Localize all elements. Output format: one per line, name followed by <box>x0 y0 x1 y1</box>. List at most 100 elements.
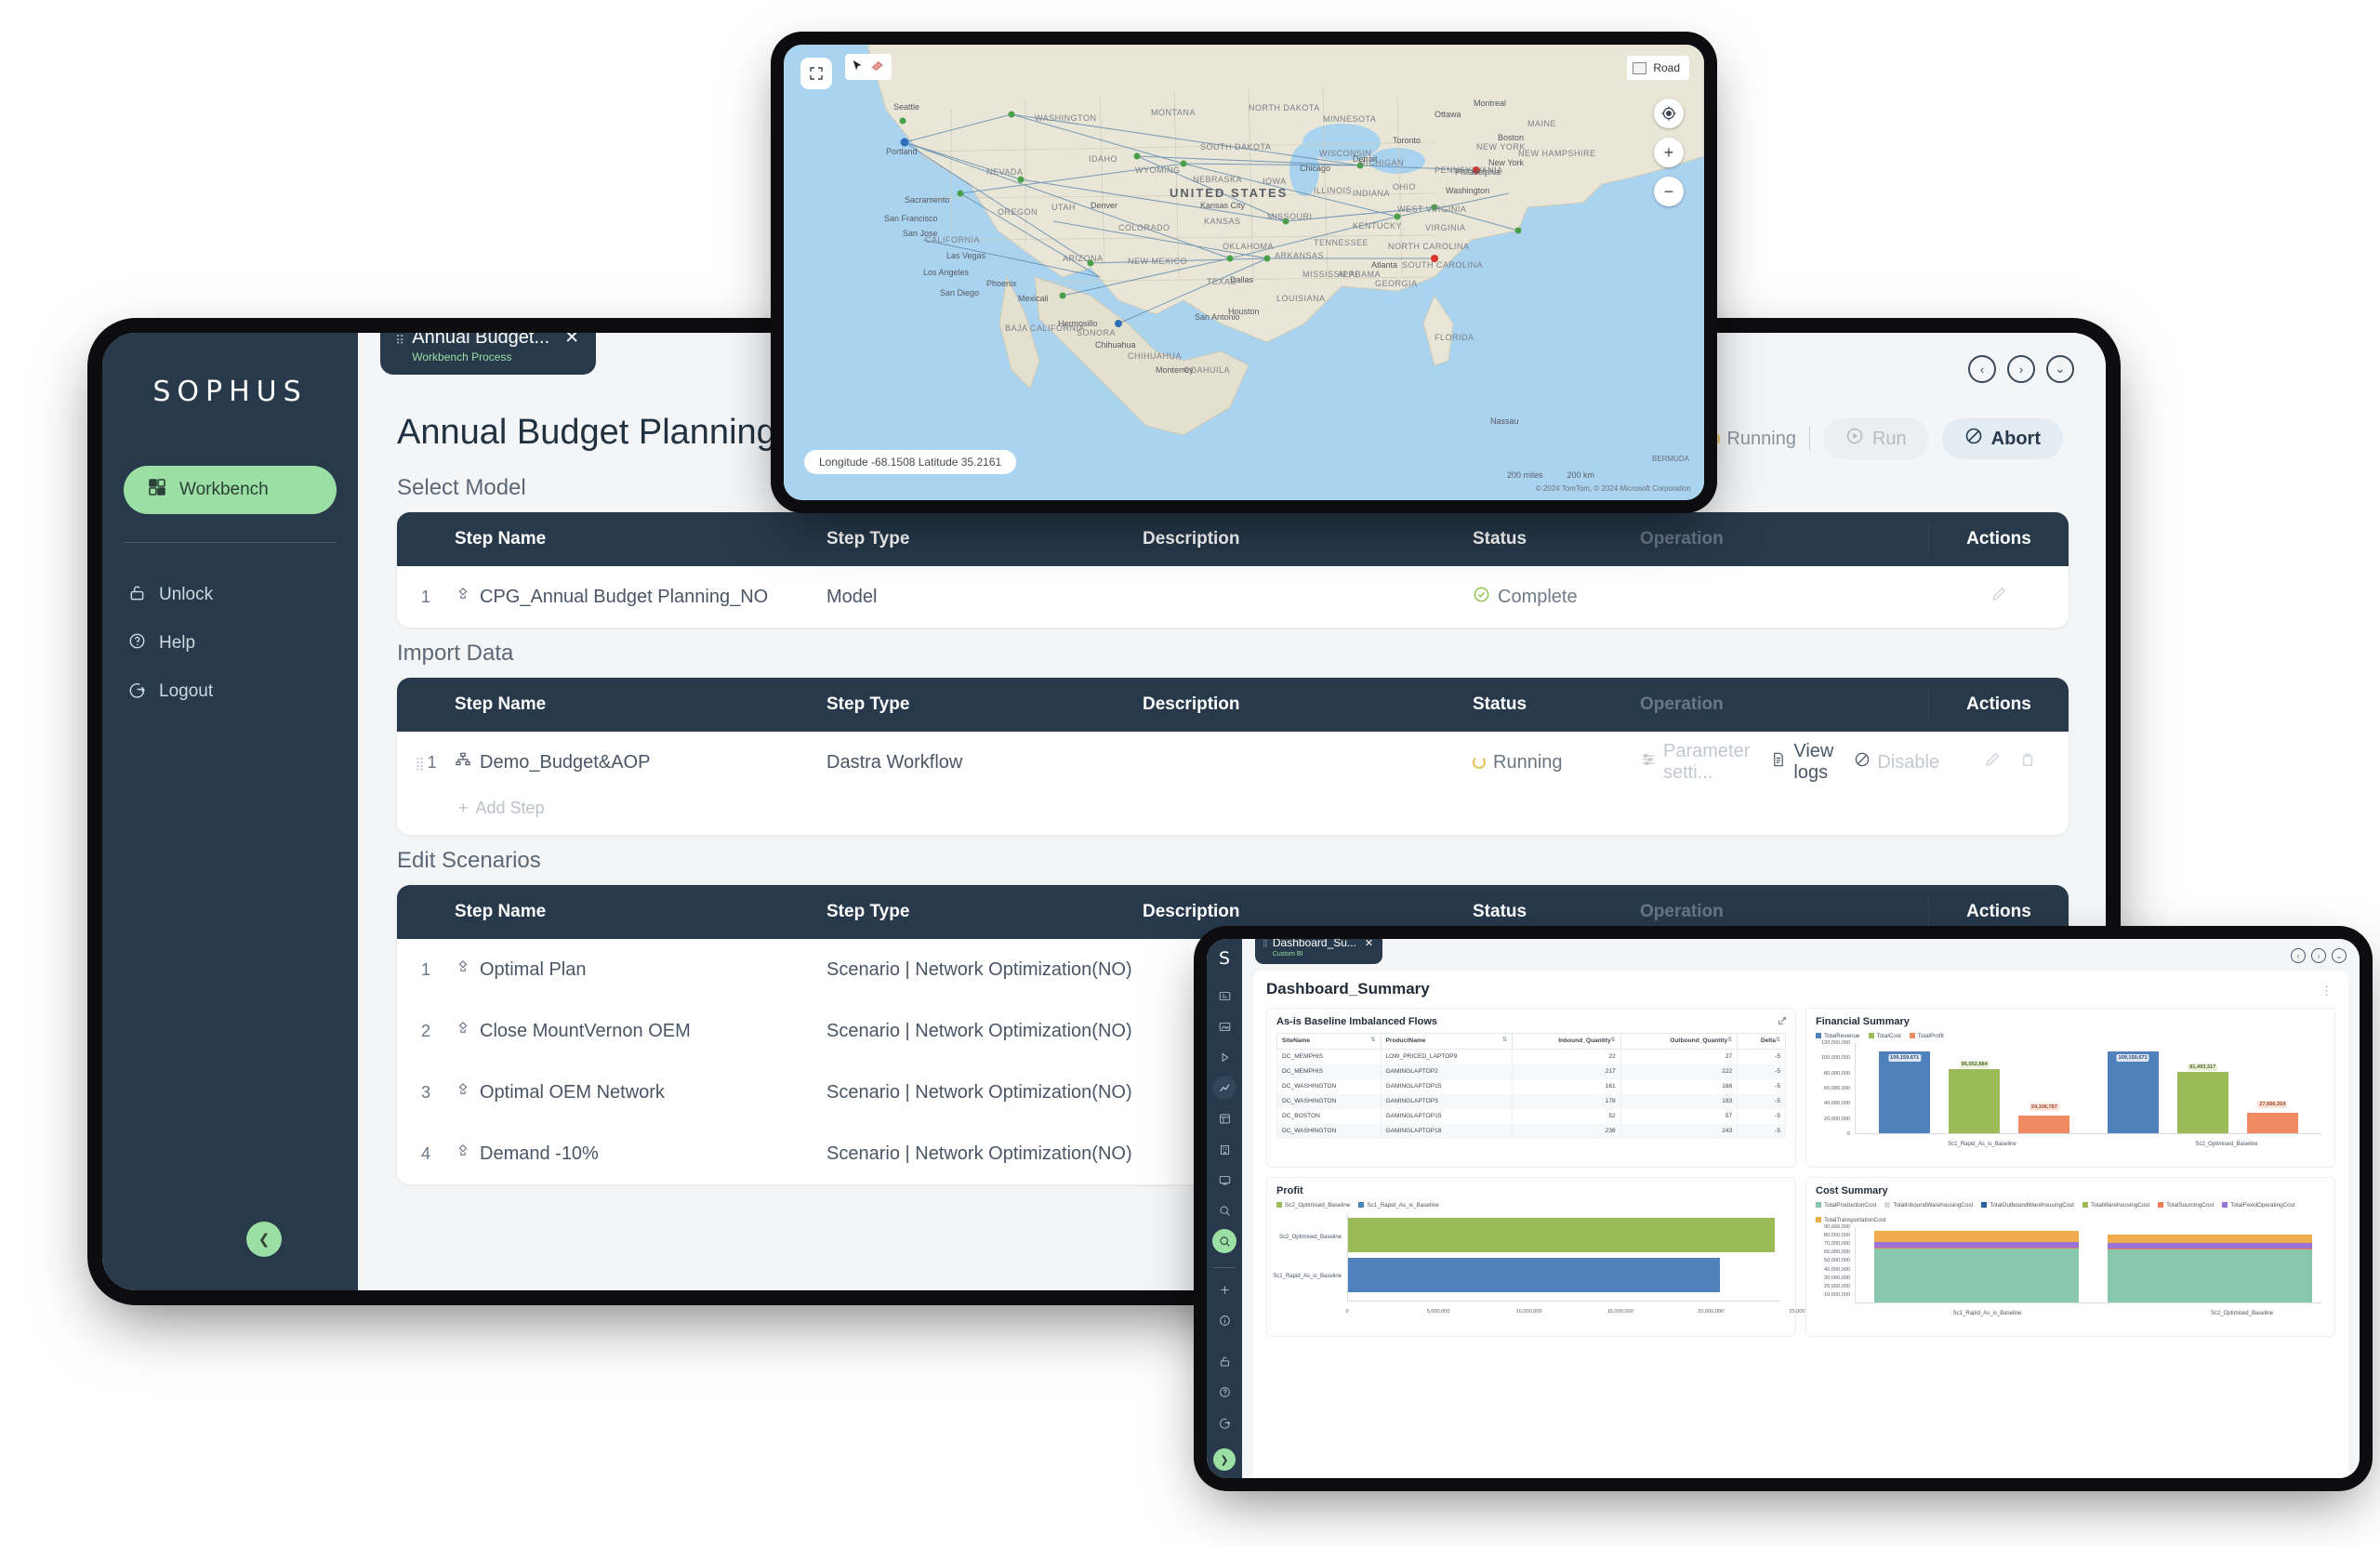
zoom-out-button[interactable]: − <box>1654 177 1684 206</box>
analytics-active-icon[interactable] <box>1212 1229 1236 1253</box>
monitor-icon[interactable] <box>1212 1168 1236 1192</box>
sidebar-item-logout[interactable]: Logout <box>102 667 358 716</box>
analytics-icon[interactable] <box>1212 1198 1236 1222</box>
parameter-settings-button[interactable]: Parameter setti... <box>1640 741 1750 784</box>
table-row[interactable]: DC_MEMPHIS GAMINGLAPTOP2 217 222 -5 <box>1277 1064 1786 1079</box>
col-actions: Actions <box>1929 902 2069 922</box>
close-icon[interactable]: ✕ <box>1365 939 1373 949</box>
building-icon[interactable] <box>1212 1137 1236 1161</box>
stack-fixed-sc1 <box>1874 1242 2079 1248</box>
kebab-menu-icon[interactable]: ⋮ <box>2320 984 2334 998</box>
col-outbound[interactable]: Outbound_Quantity⇅ <box>1620 1034 1738 1050</box>
chevron-right-icon[interactable]: ❯ <box>1213 1448 1236 1471</box>
col-step-type: Step Type <box>826 529 1143 549</box>
map-state-label: CHIHUAHUA <box>1128 351 1182 361</box>
col-delta[interactable]: Delta⇅ <box>1738 1034 1786 1050</box>
table-icon[interactable] <box>1212 1106 1236 1130</box>
sidebar-item-help[interactable]: Help <box>102 619 358 667</box>
sidebar-item-unlock[interactable]: Unlock <box>102 571 358 619</box>
table-row[interactable]: ⣿ 1 Demo_Budget&AOP Dastra Workflow <box>397 732 2069 793</box>
row-actions[interactable] <box>1940 750 2069 774</box>
nav-more-button[interactable]: ⌄ <box>2046 355 2074 383</box>
image-icon[interactable] <box>1212 1014 1236 1038</box>
nav-back-button[interactable]: ‹ <box>2291 948 2306 963</box>
map-state-label: NEVADA <box>986 167 1023 177</box>
expand-icon[interactable] <box>1778 1016 1787 1028</box>
drag-handle-icon[interactable]: ⣿ <box>395 333 403 343</box>
map-state-label: MINNESOTA <box>1323 114 1376 124</box>
scale-miles: 200 miles <box>1507 470 1543 480</box>
add-step-button[interactable]: + Add Step <box>397 793 2069 835</box>
scenario-icon <box>455 1143 471 1165</box>
panel-grid: As-is Baseline Imbalanced Flows SiteName… <box>1266 1008 2335 1337</box>
map-city-label: Sacramento <box>905 195 950 205</box>
table-row[interactable]: DC_WASHINGTON GAMINGLAPTOP18 238 243 -5 <box>1277 1124 1786 1139</box>
plus-icon[interactable] <box>1212 1277 1236 1302</box>
nav-forward-button[interactable]: › <box>2007 355 2035 383</box>
eraser-icon[interactable] <box>871 59 886 75</box>
run-button[interactable]: Run <box>1823 418 1929 459</box>
nav-forward-button[interactable]: › <box>2311 948 2326 963</box>
edit-icon[interactable] <box>1983 750 2002 774</box>
sort-icon: ⇅ <box>1502 1037 1507 1044</box>
ban-icon <box>1854 751 1871 773</box>
table-row[interactable]: DC_WASHINGTON GAMINGLAPTOP3 178 183 -5 <box>1277 1094 1786 1109</box>
flows-table[interactable]: SiteName⇅ ProductName⇅ Inbound_Quantity⇅… <box>1276 1033 1786 1139</box>
info-icon[interactable] <box>1212 1308 1236 1332</box>
col-step-type: Step Type <box>826 694 1143 715</box>
map-city-label: San Antonio <box>1195 312 1240 322</box>
disable-button[interactable]: Disable <box>1854 751 1939 773</box>
cursor-icon[interactable] <box>851 59 864 75</box>
view-logs-button[interactable]: View logs <box>1770 741 1833 784</box>
list-icon[interactable] <box>1212 984 1236 1008</box>
table-row[interactable]: DC_WASHINGTON GAMINGLAPTOP15 161 166 -5 <box>1277 1079 1786 1094</box>
nav-back-button[interactable]: ‹ <box>1968 355 1996 383</box>
cell-outbound: 222 <box>1620 1064 1738 1079</box>
col-productname[interactable]: ProductName⇅ <box>1381 1034 1512 1050</box>
x-tick-label: 5,000,000 <box>1427 1309 1450 1315</box>
logout-icon[interactable] <box>1212 1410 1236 1434</box>
lock-open-icon[interactable] <box>1212 1349 1236 1373</box>
table-row[interactable]: DC_BOSTON GAMINGLAPTOP15 52 57 -5 <box>1277 1109 1786 1124</box>
nav-more-button[interactable]: ⌄ <box>2332 948 2347 963</box>
map-state-label: KANSAS <box>1204 217 1241 226</box>
col-description: Description <box>1143 529 1473 549</box>
basemap-swatch-icon <box>1633 62 1646 74</box>
close-icon[interactable]: ✕ <box>564 333 579 349</box>
map-city-label: Atlanta <box>1371 260 1397 270</box>
tab-dashboard-summary[interactable]: ⣿ Dashboard_Su... Custom BI ✕ <box>1255 939 1382 964</box>
col-operation: Operation <box>1640 694 1928 715</box>
row-step-name: Demand -10% <box>455 1143 826 1165</box>
delete-icon[interactable] <box>2018 750 2037 774</box>
map-tool-group[interactable] <box>845 54 892 80</box>
logout-icon <box>128 681 146 704</box>
drag-handle-icon[interactable]: ⣿ <box>415 756 422 771</box>
tab-annual-budget[interactable]: ⣿ Annual Budget... Workbench Process ✕ <box>380 333 596 375</box>
basemap-selector[interactable]: Road <box>1627 56 1689 80</box>
table-row[interactable]: DC_MEMPHIS LOW_PRICED_LAPTOP9 22 27 -5 <box>1277 1049 1786 1064</box>
row-actions[interactable] <box>1929 585 2069 609</box>
legend-item: TotalCost <box>1869 1033 1901 1039</box>
abort-button[interactable]: Abort <box>1942 418 2063 459</box>
panel-title: Profit <box>1276 1185 1786 1196</box>
locate-icon[interactable] <box>1654 99 1684 128</box>
question-circle-icon[interactable] <box>1212 1380 1236 1404</box>
map-city-label: Seattle <box>893 102 919 112</box>
chart-line-icon[interactable] <box>1212 1076 1236 1100</box>
col-inbound[interactable]: Inbound_Quantity⇅ <box>1512 1034 1620 1050</box>
drag-handle-icon[interactable]: ⣿ <box>1263 939 1267 947</box>
fullscreen-icon[interactable] <box>800 58 832 89</box>
sidebar-divider <box>124 542 337 543</box>
table-row[interactable]: 1 CPG_Annual Budget Planning_NO Model <box>397 566 2069 628</box>
sidebar-collapse-button[interactable]: ❮ <box>246 1222 282 1257</box>
play-icon[interactable] <box>1212 1045 1236 1069</box>
edit-icon[interactable] <box>1990 585 2008 609</box>
map-canvas[interactable]: UNITED STATES WASHINGTON MONTANA NORTH D… <box>784 45 1704 500</box>
cell-sitename: DC_MEMPHIS <box>1277 1049 1382 1064</box>
map-brand-label: BERMUDA <box>1652 455 1689 463</box>
map-city-label: Philadelphia <box>1455 167 1501 177</box>
col-sitename[interactable]: SiteName⇅ <box>1277 1034 1382 1050</box>
zoom-in-button[interactable]: + <box>1654 138 1684 167</box>
sidebar-item-workbench[interactable]: Workbench <box>124 466 337 514</box>
x-category-label: Sc2_Optimised_Baseline <box>2196 1142 2258 1147</box>
